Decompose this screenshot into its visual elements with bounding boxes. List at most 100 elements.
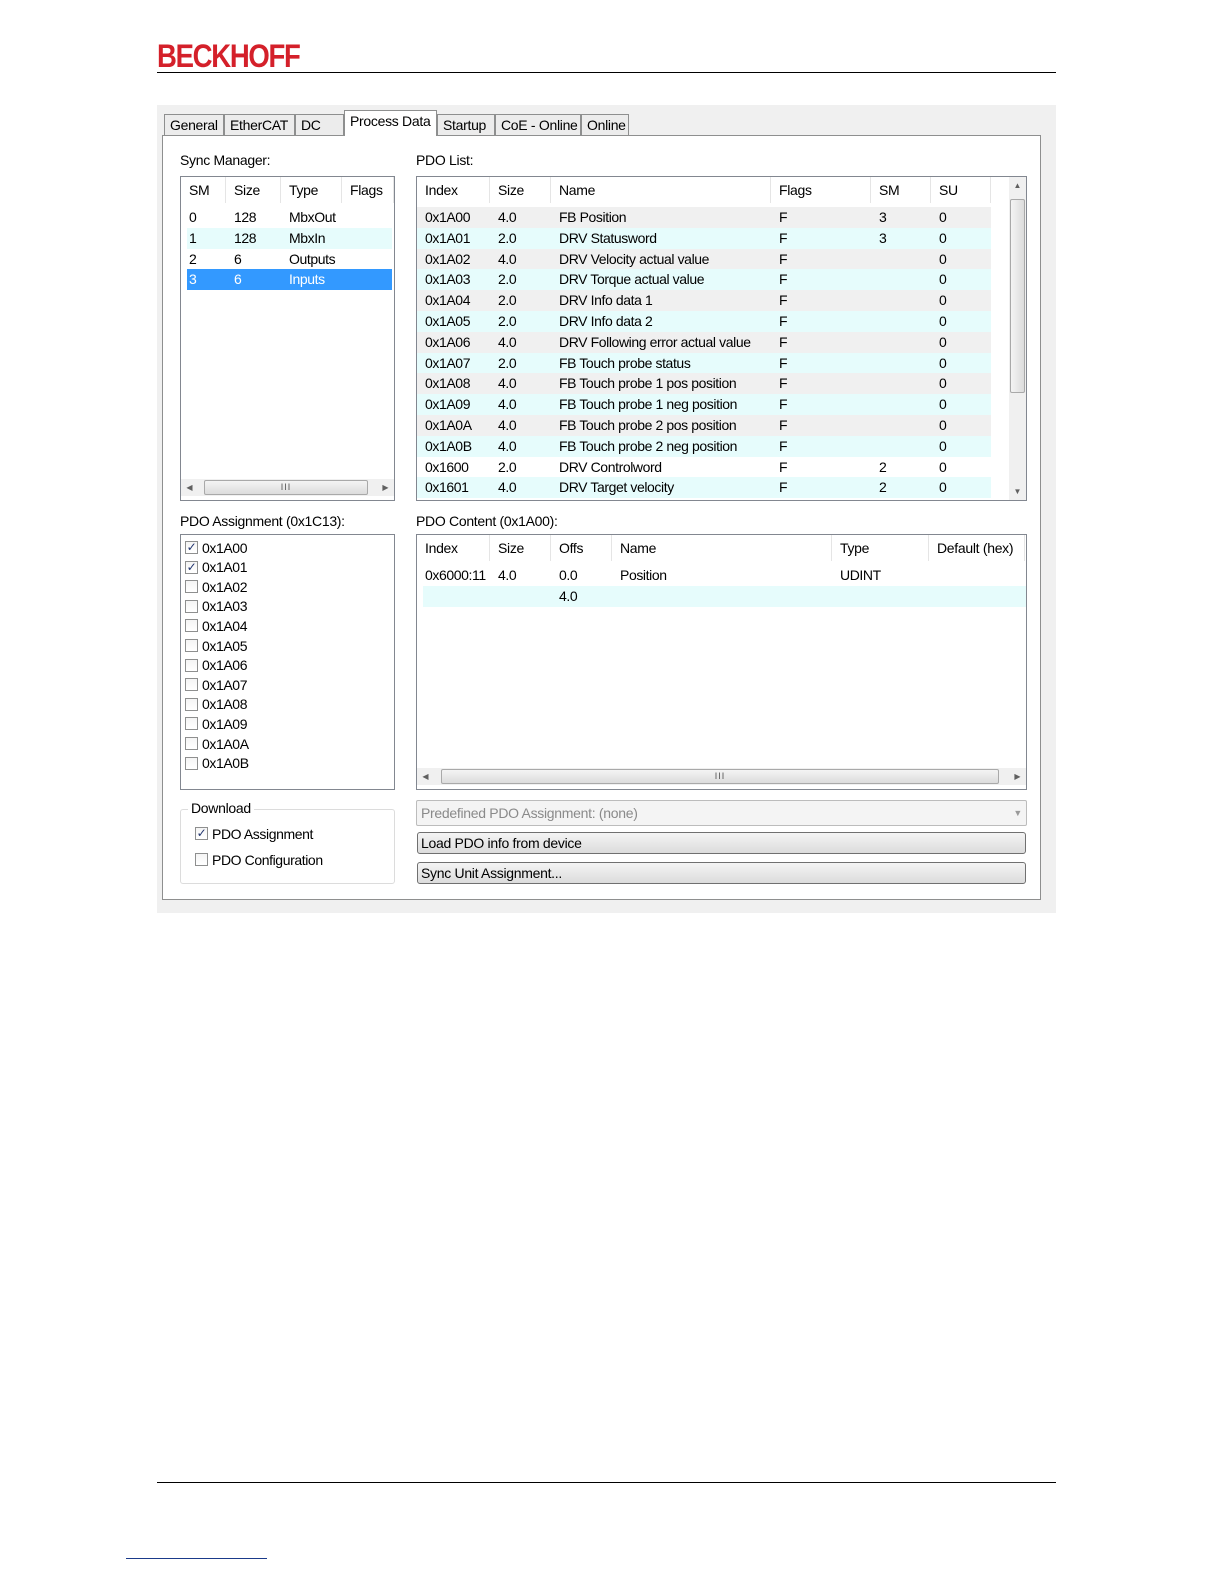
horizontal-scrollbar[interactable]: ◀ ▶ III xyxy=(181,479,394,496)
table-row[interactable]: 0x1A04 2.0 DRV Info data 1 F 0 xyxy=(417,290,991,312)
pdo-content-list[interactable]: Index Size Offs Name Type Default (hex) 0x6000… xyxy=(416,534,1027,790)
table-row[interactable]: 2 6 Outputs xyxy=(187,249,392,270)
pdo-assignment-item[interactable]: 0x1A09 xyxy=(185,714,247,733)
scroll-thumb[interactable] xyxy=(1010,199,1025,393)
horizontal-scrollbar[interactable]: ◀ ▶ III xyxy=(417,768,1026,785)
pdo-assignment-item[interactable]: 0x1A0B xyxy=(185,754,249,773)
scroll-right-arrow-icon[interactable]: ▶ xyxy=(1009,768,1026,785)
table-row[interactable]: 0x1600 2.0 DRV Controlword F 2 0 xyxy=(417,457,991,478)
column-header-name[interactable]: Name xyxy=(612,535,832,561)
table-row[interactable]: 0x1A08 4.0 FB Touch probe 1 pos position F 0 xyxy=(417,373,991,395)
table-row[interactable]: 0x1601 4.0 DRV Target velocity F 2 0 xyxy=(417,477,991,499)
checkbox-icon[interactable] xyxy=(185,678,198,692)
scroll-right-arrow-icon[interactable]: ▶ xyxy=(377,479,394,496)
checkbox-icon[interactable] xyxy=(185,639,198,652)
table-row[interactable]: 0x6000:11 4.0 0.0 Position UDINT xyxy=(423,565,1026,586)
checkbox-icon[interactable] xyxy=(185,658,198,672)
column-header-flags[interactable]: Flags xyxy=(342,177,394,203)
table-row[interactable]: 0x1A0B 4.0 FB Touch probe 2 neg position F 0 xyxy=(417,435,991,457)
pdo-assignment-item[interactable]: 0x1A03 xyxy=(185,597,247,616)
table-row[interactable]: 0x1A06 4.0 DRV Following error actual valu… xyxy=(417,331,991,353)
column-header-name[interactable]: Name xyxy=(551,177,771,203)
pdo-assignment-item[interactable]: 0x1A04 xyxy=(185,616,247,635)
column-header-flags[interactable]: Flags xyxy=(771,177,871,203)
column-header-su[interactable]: SU xyxy=(931,177,991,203)
table-row[interactable]: 0 128 MbxOut xyxy=(187,207,392,228)
tab-process-data[interactable]: Process Data xyxy=(344,110,437,136)
table-row[interactable]: 0x1A00 4.0 FB Position F 3 0 xyxy=(417,207,991,228)
scroll-up-arrow-icon[interactable]: ▲ xyxy=(1009,177,1026,194)
pdo-assignment-item[interactable]: ✓ 0x1A01 xyxy=(185,558,247,577)
scroll-left-arrow-icon[interactable]: ◀ xyxy=(417,768,434,785)
pdo-assignment-item[interactable]: 0x1A08 xyxy=(185,695,247,714)
column-header-size[interactable]: Size xyxy=(226,177,281,203)
column-header-offs[interactable]: Offs xyxy=(551,535,612,561)
table-row[interactable]: 3 6 Inputs xyxy=(187,269,392,291)
table-cell: 0x1A0B xyxy=(425,437,472,454)
checkbox-icon[interactable] xyxy=(185,599,198,613)
column-header-sm[interactable]: SM xyxy=(871,177,931,203)
checkbox-icon[interactable] xyxy=(185,697,198,711)
tab-dc[interactable]: DC xyxy=(295,114,344,136)
table-cell: Inputs xyxy=(289,271,325,288)
checkbox-icon[interactable] xyxy=(185,717,198,731)
sync-manager-list[interactable]: SM Size Type Flags 0 128 MbxOut 1 128 MbxIn 2 6 Outp… xyxy=(180,176,395,501)
table-cell: 2.0 xyxy=(498,271,517,288)
predefined-pdo-assignment-select[interactable]: Predefined PDO Assignment: (none) ▼ xyxy=(416,800,1027,826)
column-header-sm[interactable]: SM xyxy=(181,177,226,203)
scroll-left-arrow-icon[interactable]: ◀ xyxy=(181,479,198,496)
table-cell: 128 xyxy=(234,209,257,225)
tab-coe-online[interactable]: CoE - Online xyxy=(495,114,581,136)
table-cell xyxy=(490,586,551,607)
column-header: Index Size Offs Name Type Default (hex) xyxy=(417,535,1026,561)
column-header-size[interactable]: Size xyxy=(490,177,551,203)
column-header-type[interactable]: Type xyxy=(281,177,342,203)
scroll-thumb[interactable]: III xyxy=(204,480,368,495)
table-row[interactable]: 0x1A02 4.0 DRV Velocity actual value F 0 xyxy=(417,248,991,270)
table-cell: 0x1A03 xyxy=(425,271,471,288)
load-pdo-info-button[interactable]: Load PDO info from device xyxy=(417,832,1026,854)
scroll-thumb[interactable]: III xyxy=(441,769,999,784)
column-header-index[interactable]: Index xyxy=(417,535,490,561)
pdo-assignment-item[interactable]: 0x1A0A xyxy=(185,734,249,753)
vertical-scrollbar[interactable]: ▲ ▼ xyxy=(1009,177,1026,500)
checkbox-icon[interactable]: ✓ xyxy=(185,560,198,574)
column-header-type[interactable]: Type xyxy=(832,535,929,561)
checkbox-icon[interactable] xyxy=(185,756,198,770)
table-row[interactable]: 4.0 xyxy=(423,585,1026,607)
table-row[interactable]: 0x1A0A 4.0 FB Touch probe 2 pos position F 0 xyxy=(417,415,991,436)
table-cell: 6 xyxy=(234,250,242,267)
table-row[interactable]: 0x1A05 2.0 DRV Info data 2 F 0 xyxy=(417,311,991,332)
pdo-assignment-item[interactable]: 0x1A02 xyxy=(185,577,247,596)
scroll-down-arrow-icon[interactable]: ▼ xyxy=(1009,483,1026,500)
pdo-assignment-item[interactable]: 0x1A06 xyxy=(185,656,247,675)
column-header: Index Size Name Flags SM SU xyxy=(417,177,1009,203)
table-row[interactable]: 0x1A09 4.0 FB Touch probe 1 neg position F 0 xyxy=(417,394,991,416)
table-cell: F xyxy=(779,313,788,329)
checkbox-icon[interactable] xyxy=(185,580,198,594)
tab-online[interactable]: Online xyxy=(581,114,629,136)
download-pdo-assignment-checkbox[interactable]: ✓ PDO Assignment xyxy=(195,824,313,843)
pdo-assignment-item[interactable]: 0x1A07 xyxy=(185,675,247,694)
tab-general[interactable]: General xyxy=(164,114,224,136)
column-header-index[interactable]: Index xyxy=(417,177,490,203)
column-header-size[interactable]: Size xyxy=(490,535,551,561)
table-row[interactable]: 0x1A07 2.0 FB Touch probe status F 0 xyxy=(417,352,991,374)
sync-unit-assignment-button[interactable]: Sync Unit Assignment... xyxy=(417,862,1026,884)
pdo-list[interactable]: Index Size Name Flags SM SU 0x1A00 4.0 FB Positi… xyxy=(416,176,1027,501)
table-row[interactable]: 0x1A03 2.0 DRV Torque actual value F 0 xyxy=(417,269,991,291)
table-cell: MbxOut xyxy=(289,209,336,225)
table-cell: 0 xyxy=(939,209,947,225)
download-pdo-configuration-checkbox[interactable]: PDO Configuration xyxy=(195,850,323,869)
pdo-assignment-item[interactable]: ✓ 0x1A00 xyxy=(185,538,247,557)
pdo-assignment-item[interactable]: 0x1A05 xyxy=(185,636,247,655)
pdo-assignment-list[interactable]: ✓ 0x1A00 ✓ 0x1A01 0x1A02 0x1A03 0x1A04 0x1A05 0x… xyxy=(180,534,395,790)
checkbox-icon[interactable] xyxy=(185,619,198,633)
table-row[interactable]: 1 128 MbxIn xyxy=(187,227,392,249)
tab-startup[interactable]: Startup xyxy=(437,114,495,136)
checkbox-icon[interactable]: ✓ xyxy=(185,541,198,554)
column-header-default-hex[interactable]: Default (hex) xyxy=(929,535,1025,561)
tab-ethercat[interactable]: EtherCAT xyxy=(224,114,295,136)
checkbox-icon[interactable] xyxy=(185,737,198,750)
table-row[interactable]: 0x1A01 2.0 DRV Statusword F 3 0 xyxy=(417,227,991,249)
